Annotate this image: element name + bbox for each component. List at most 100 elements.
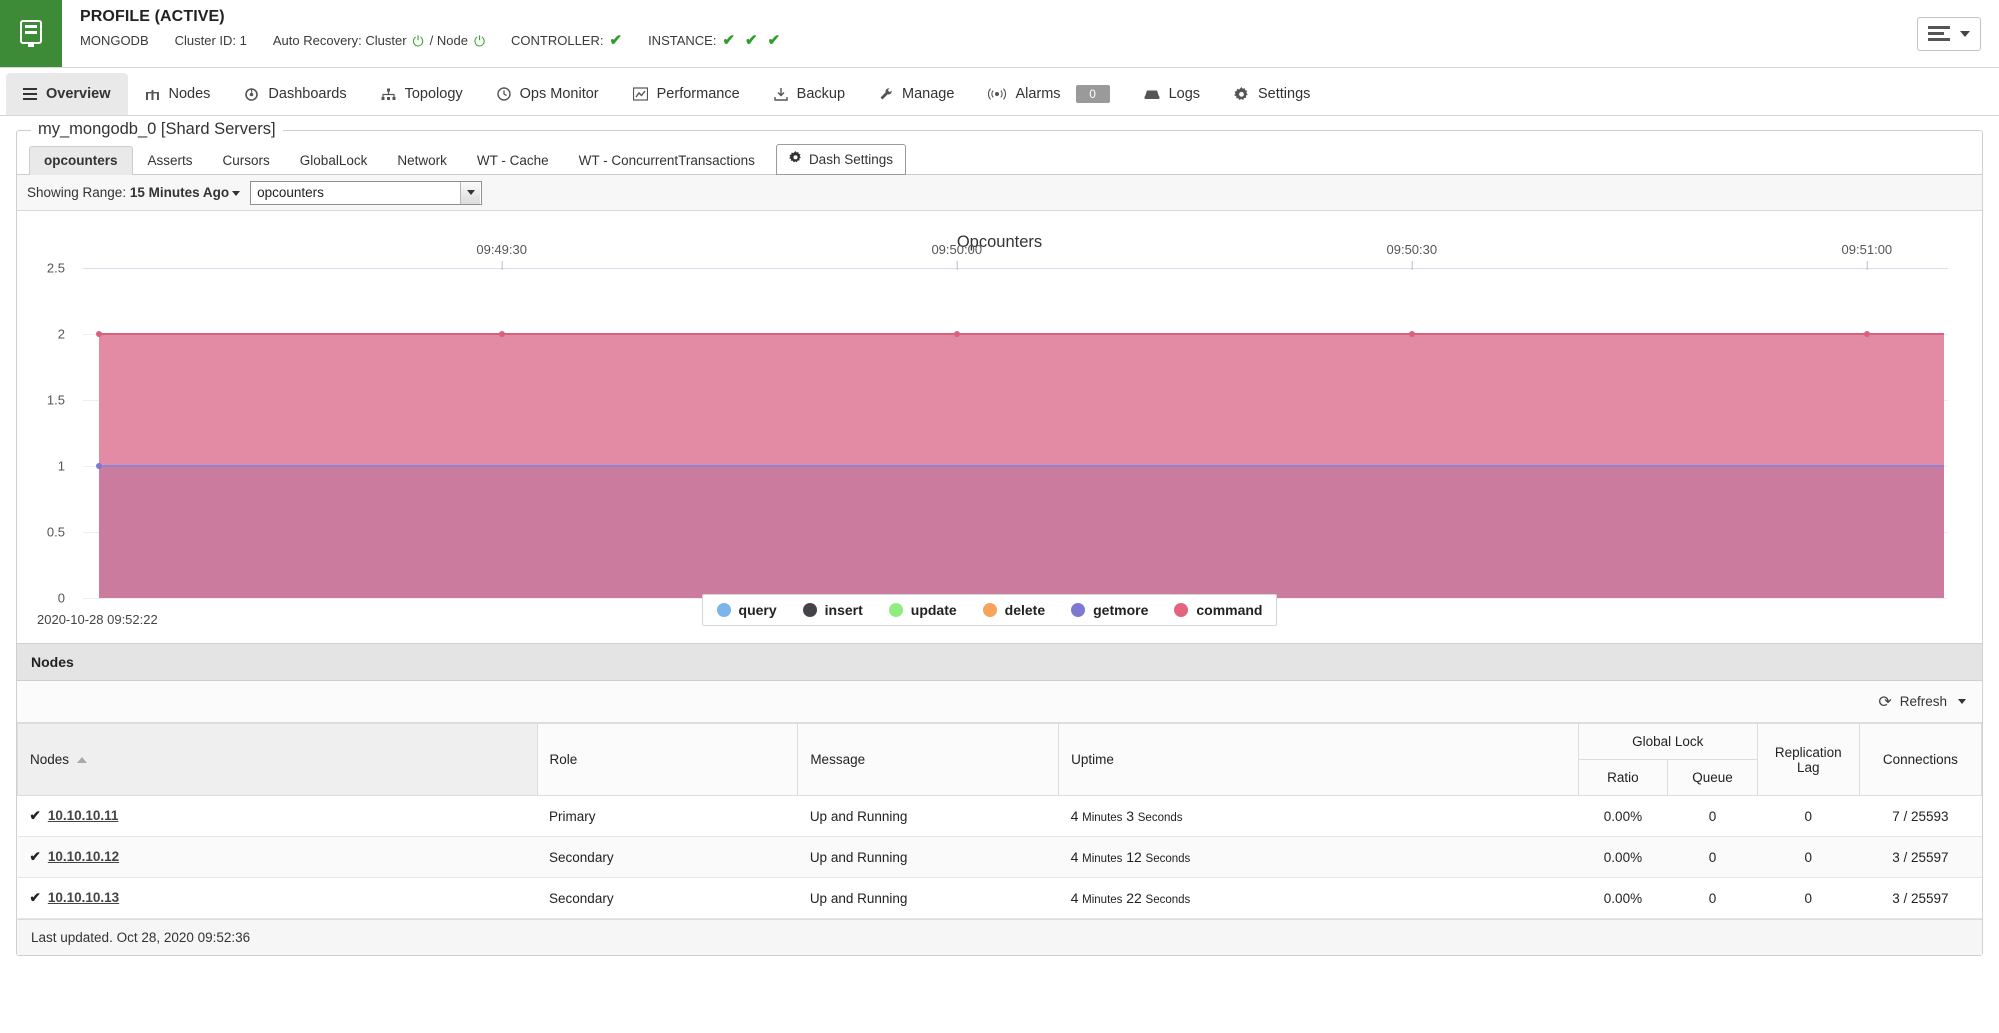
nav-item-backup[interactable]: Backup — [757, 73, 862, 115]
legend-item-getmore[interactable]: getmore — [1071, 602, 1148, 618]
cell-node: ✔ 10.10.10.11 — [17, 795, 538, 837]
chart-legend: query insert update delete getmore comma… — [701, 594, 1278, 626]
legend-item-query[interactable]: query — [716, 602, 777, 618]
nav-label-settings: Settings — [1258, 86, 1311, 102]
col-header-queue[interactable]: Queue — [1667, 759, 1758, 796]
metric-select[interactable]: opcounters — [250, 180, 483, 205]
subtab-wt-concurrenttransactions[interactable]: WT - ConcurrentTransactions — [564, 146, 770, 175]
cell-ratio: 0.00% — [1578, 795, 1668, 837]
subtab-wt-cache[interactable]: WT - Cache — [462, 146, 564, 175]
col-header-message[interactable]: Message — [797, 723, 1060, 796]
col-header-uptime[interactable]: Uptime — [1058, 723, 1579, 796]
chart-icon — [632, 87, 648, 101]
showing-range-control[interactable]: Showing Range: 15 Minutes Ago — [27, 185, 241, 200]
legend-label: command — [1196, 602, 1263, 618]
main-navigation: Overview Nodes Dashboards Topology Ops M… — [0, 68, 1999, 116]
legend-item-insert[interactable]: insert — [802, 602, 863, 618]
check-icon: ✔ — [29, 808, 41, 823]
dash-settings-button[interactable]: Dash Settings — [775, 144, 906, 175]
list-icon — [23, 88, 37, 100]
subtab-globallock[interactable]: GlobalLock — [285, 146, 383, 175]
legend-item-command[interactable]: command — [1174, 602, 1262, 618]
subtab-label: GlobalLock — [299, 153, 368, 168]
cell-uptime: 4 Minutes 22 Seconds — [1058, 877, 1579, 919]
node-link[interactable]: 10.10.10.11 — [48, 808, 119, 823]
nav-item-topology[interactable]: Topology — [364, 73, 480, 115]
x-tick-label: 09:50:00 — [931, 242, 982, 270]
top-header-bar: PROFILE (ACTIVE) MONGODB Cluster ID: 1 A… — [0, 0, 1999, 68]
nodes-table: Nodes Role Message Uptime Global Lock Re… — [17, 723, 1983, 919]
instance-status: INSTANCE: ✔ ✔ ✔ — [648, 33, 780, 48]
subtab-network[interactable]: Network — [382, 146, 462, 175]
hamburger-menu-button[interactable] — [1917, 16, 1981, 51]
data-point — [96, 463, 102, 469]
nav-item-overview[interactable]: Overview — [6, 73, 128, 115]
legend-swatch — [716, 603, 731, 617]
nav-item-performance[interactable]: Performance — [616, 73, 757, 115]
cell-node: ✔ 10.10.10.12 — [17, 836, 538, 878]
chevron-down-icon — [1960, 30, 1970, 37]
controller-status: CONTROLLER: ✔ — [511, 33, 622, 48]
col-header-global-lock: Global Lock — [1577, 723, 1758, 760]
gear-icon — [788, 151, 802, 167]
cell-role: Secondary — [537, 877, 798, 919]
refresh-button[interactable]: ⟳ Refresh — [1878, 692, 1966, 712]
table-row: ✔ 10.10.10.11 Primary Up and Running 4 Mi… — [17, 795, 1982, 837]
nav-label-logs: Logs — [1168, 86, 1201, 102]
series-line-getmore — [99, 465, 1944, 467]
cell-queue: 0 — [1667, 877, 1758, 919]
auto-recovery: Auto Recovery: Cluster ⏻ / Node ⏻ — [273, 33, 485, 48]
y-tick-label: 2 — [57, 326, 65, 342]
logs-icon — [1144, 88, 1160, 100]
nodes-toolbar: ⟳ Refresh — [17, 681, 1982, 723]
node-link[interactable]: 10.10.10.12 — [48, 849, 119, 864]
nav-item-ops-monitor[interactable]: Ops Monitor — [480, 73, 616, 115]
col-header-replication-lag[interactable]: Replication Lag — [1756, 723, 1860, 796]
node-link[interactable]: 10.10.10.13 — [48, 890, 119, 905]
nav-item-alarms[interactable]: Alarms 0 — [971, 73, 1126, 115]
col-header-ratio[interactable]: Ratio — [1577, 759, 1669, 796]
y-tick-label: 1.5 — [46, 392, 65, 408]
chart-title: Opcounters — [956, 233, 1043, 251]
col-header-connections[interactable]: Connections — [1858, 723, 1983, 796]
last-updated-footer: Last updated. Oct 28, 2020 09:52:36 — [17, 919, 1982, 955]
y-tick-label: 1 — [57, 458, 65, 474]
legend-item-delete[interactable]: delete — [982, 602, 1045, 618]
dash-settings-label: Dash Settings — [808, 151, 893, 167]
cell-node: ✔ 10.10.10.13 — [17, 877, 538, 919]
nav-label-backup: Backup — [796, 86, 846, 102]
legend-label: update — [910, 602, 957, 618]
col-header-role[interactable]: Role — [536, 723, 799, 796]
controller-label: CONTROLLER: — [511, 33, 604, 48]
page-title: PROFILE (ACTIVE) — [80, 8, 225, 25]
col-header-nodes[interactable]: Nodes — [17, 723, 538, 796]
wrench-icon — [879, 87, 893, 101]
table-row: ✔ 10.10.10.12 Secondary Up and Running 4 … — [17, 836, 1982, 878]
cell-queue: 0 — [1667, 836, 1758, 878]
check-icon: ✔ — [767, 32, 781, 49]
db-type: MONGODB — [80, 33, 149, 48]
nav-item-manage[interactable]: Manage — [862, 73, 971, 115]
nav-item-settings[interactable]: Settings — [1217, 73, 1327, 115]
legend-label: getmore — [1093, 602, 1149, 618]
showing-range-prefix: Showing Range: — [27, 185, 127, 200]
legend-swatch — [802, 603, 817, 617]
chart-subtabs: opcounters Asserts Cursors GlobalLock Ne… — [17, 131, 1982, 175]
subtab-cursors[interactable]: Cursors — [208, 146, 285, 175]
power-icon-node[interactable]: ⏻ — [474, 34, 485, 48]
cell-connections: 3 / 25597 — [1859, 836, 1982, 878]
nav-label-overview: Overview — [46, 86, 111, 102]
check-icon: ✔ — [722, 32, 736, 49]
subtab-opcounters[interactable]: opcounters — [29, 146, 133, 175]
legend-swatch — [888, 603, 903, 617]
chart-plot-area: 2.5 2 1.5 1 0.5 0 09:49:30 09:50:00 09:5… — [31, 242, 1948, 626]
legend-item-update[interactable]: update — [888, 602, 957, 618]
subtab-label: opcounters — [44, 153, 118, 168]
nav-item-logs[interactable]: Logs — [1127, 73, 1217, 115]
nav-item-dashboards[interactable]: Dashboards — [227, 73, 363, 115]
nav-item-nodes[interactable]: Nodes — [128, 73, 228, 115]
power-icon-cluster[interactable]: ⏻ — [413, 34, 424, 48]
subtab-asserts[interactable]: Asserts — [133, 146, 208, 175]
dashboard-icon — [244, 87, 259, 101]
subtab-label: WT - ConcurrentTransactions — [578, 153, 755, 168]
